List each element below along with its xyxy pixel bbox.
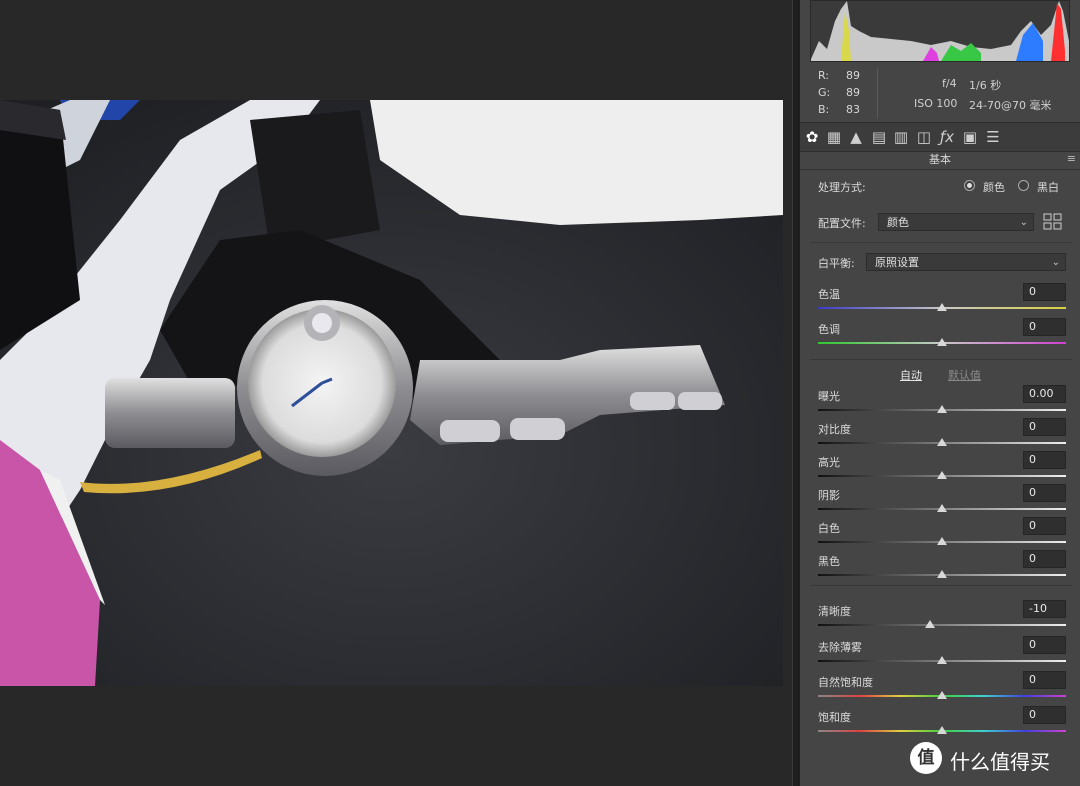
slider-thumb[interactable] (924, 620, 935, 628)
slider-thumb[interactable] (937, 691, 947, 699)
shutter-speed: 1/6 秒 (969, 79, 1002, 92)
default-link[interactable]: 默认值 (948, 367, 981, 383)
slider-label: 白色 (818, 522, 840, 535)
hsl-icon[interactable]: ▤ (870, 128, 888, 146)
slider-value-input[interactable]: -10 (1023, 600, 1066, 618)
tone-curve-icon[interactable]: ▦ (825, 128, 843, 146)
focal-length: 24-70@70 毫米 (969, 99, 1052, 112)
slider-label: 阴影 (818, 489, 840, 502)
slider-value-input[interactable]: 0.00 (1023, 385, 1066, 403)
panel-tabs: ✿ ▦ ▲ ▤ ▥ ◫ ƒx ▣ ☰ (800, 122, 1080, 152)
photo-preview[interactable] (0, 100, 783, 686)
detail-icon[interactable]: ▲ (847, 128, 865, 146)
watermark: 值 什么值得买 (910, 742, 1080, 776)
slider-label: 色温 (818, 288, 840, 301)
slider-label: 曝光 (818, 390, 840, 403)
watermark-logo-icon: 值 (910, 742, 942, 774)
iso: ISO 100 (914, 97, 958, 110)
slider-value-input[interactable]: 0 (1023, 418, 1066, 436)
separator (810, 359, 1072, 360)
slider-value-input[interactable]: 0 (1023, 636, 1066, 654)
aperture: f/4 (942, 77, 957, 90)
section-title: 基本 (800, 151, 1080, 170)
rgb-g-row: G: 89 (818, 86, 878, 99)
separator (810, 242, 1072, 243)
slider-value-input[interactable]: 0 (1023, 451, 1066, 469)
slider-thumb[interactable] (937, 438, 947, 446)
slider-thumb[interactable] (937, 338, 947, 346)
slider-label: 色调 (818, 323, 840, 336)
slider-value-input[interactable]: 0 (1023, 318, 1066, 336)
pixel-info: R: 89 G: 89 B: 83 f/4 1/6 秒 ISO 100 24-70@7… (800, 64, 1080, 120)
effects-icon[interactable]: ƒx (938, 128, 956, 146)
slider-value-input[interactable]: 0 (1023, 517, 1066, 535)
slider-value-input[interactable]: 0 (1023, 283, 1066, 301)
presets-icon[interactable]: ☰ (984, 128, 1002, 146)
treatment-bw-radio[interactable] (1018, 180, 1029, 191)
treatment-color-radio[interactable] (964, 180, 975, 191)
treatment-color-label[interactable]: 颜色 (983, 179, 1005, 195)
panel-menu-icon[interactable]: ≡ (1067, 152, 1076, 165)
rgb-b-row: B: 83 (818, 103, 878, 116)
slider-track[interactable] (818, 624, 1066, 626)
treatment-bw-label[interactable]: 黑白 (1037, 179, 1059, 195)
rgb-r-row: R: 89 (818, 69, 878, 82)
info-divider (877, 68, 878, 118)
wb-select[interactable]: 原照设置 ⌄ (866, 253, 1066, 271)
slider-label: 对比度 (818, 423, 851, 436)
lens-corrections-icon[interactable]: ◫ (915, 128, 933, 146)
r-label: R: (818, 69, 830, 82)
slider-label: 黑色 (818, 555, 840, 568)
g-label: G: (818, 86, 831, 99)
b-label: B: (818, 103, 830, 116)
slider-thumb[interactable] (937, 570, 947, 578)
slider-thumb[interactable] (937, 656, 947, 664)
camera-raw-panel: R: 89 G: 89 B: 83 f/4 1/6 秒 ISO 100 24-70@7… (800, 0, 1080, 786)
slider-thumb[interactable] (937, 405, 947, 413)
treatment-label: 处理方式: (818, 181, 866, 194)
profile-browser-icon[interactable] (1043, 212, 1063, 232)
histogram (810, 0, 1070, 62)
profile-label: 配置文件: (818, 217, 866, 230)
watermark-text: 什么值得买 (950, 750, 1050, 774)
profile-value: 颜色 (887, 216, 909, 229)
slider-label: 去除薄雾 (818, 641, 862, 654)
image-canvas[interactable] (0, 0, 792, 786)
slider-thumb[interactable] (937, 504, 947, 512)
slider-label: 高光 (818, 456, 840, 469)
profile-select[interactable]: 颜色 ⌄ (878, 213, 1034, 231)
slider-value-input[interactable]: 0 (1023, 706, 1066, 724)
split-toning-icon[interactable]: ▥ (892, 128, 910, 146)
auto-link[interactable]: 自动 (900, 367, 922, 383)
b-value: 83 (846, 103, 860, 116)
slider-value-input[interactable]: 0 (1023, 484, 1066, 502)
r-value: 89 (846, 69, 860, 82)
slider-thumb[interactable] (937, 471, 947, 479)
wb-label: 白平衡: (818, 257, 855, 270)
chevron-down-icon: ⌄ (1019, 217, 1028, 228)
chevron-down-icon: ⌄ (1051, 257, 1060, 268)
camera-calibration-icon[interactable]: ▣ (961, 128, 979, 146)
slider-thumb[interactable] (937, 303, 947, 311)
separator (810, 585, 1072, 586)
g-value: 89 (846, 86, 860, 99)
slider-label: 清晰度 (818, 605, 851, 618)
basic-icon[interactable]: ✿ (803, 128, 821, 146)
wb-value: 原照设置 (875, 256, 919, 269)
slider-thumb[interactable] (937, 726, 947, 734)
slider-value-input[interactable]: 0 (1023, 671, 1066, 689)
slider-label: 自然饱和度 (818, 676, 873, 689)
slider-thumb[interactable] (937, 537, 947, 545)
slider-value-input[interactable]: 0 (1023, 550, 1066, 568)
slider-label: 饱和度 (818, 711, 851, 724)
